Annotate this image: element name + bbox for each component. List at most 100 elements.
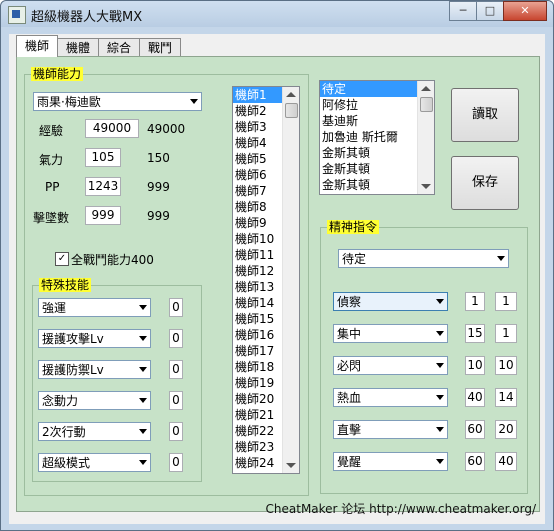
chevron-down-icon <box>436 363 444 368</box>
spirit-level-input[interactable]: 15 <box>465 324 485 343</box>
spirit-cost-input[interactable]: 40 <box>495 452 517 471</box>
roster-list-scrollbar[interactable] <box>417 81 434 194</box>
chevron-down-icon <box>139 398 147 403</box>
skill-select[interactable]: 念動力 <box>38 391 151 410</box>
skill-select-value: 援護攻擊Lv <box>42 332 104 346</box>
spirit-level-input[interactable]: 40 <box>465 388 485 407</box>
exp-max: 49000 <box>147 122 186 136</box>
main-window: 超級機器人大戰MX ─ □ ✕ 機師 機體 綜合 戰鬥 機師能力 雨果·梅迪歐 … <box>0 0 554 531</box>
skill-select-value: 援護防禦Lv <box>42 363 104 377</box>
roster-listbox[interactable]: 待定 阿修拉 基迪斯 加魯迪 斯托爾 金斯其頓 金斯其頓 金斯其頓 <box>319 80 435 195</box>
footer-link[interactable]: CheatMaker 论坛 http://www.cheatmaker.org/ <box>266 500 536 517</box>
scroll-down-icon[interactable] <box>286 463 296 468</box>
skill-select-value: 超級模式 <box>42 456 91 470</box>
pilot-select-value: 雨果·梅迪歐 <box>37 95 101 109</box>
spirit-select-value: 覺醒 <box>337 455 362 469</box>
chevron-down-icon <box>436 427 444 432</box>
maximize-button[interactable]: □ <box>476 1 504 21</box>
pilot-list-scrollbar[interactable] <box>282 87 299 473</box>
spirit-select-value: 熱血 <box>337 391 362 405</box>
pilot-ability-legend: 機師能力 <box>31 67 84 81</box>
spirit-cost-input[interactable]: 1 <box>495 324 517 343</box>
exp-label: 經驗 <box>39 124 64 138</box>
chevron-down-icon <box>139 367 147 372</box>
kills-input[interactable]: 999 <box>85 206 121 225</box>
skill-level-input[interactable]: 0 <box>169 453 183 472</box>
spirit-select[interactable]: 熱血 <box>333 388 448 407</box>
skill-select-value: 2次行動 <box>42 425 86 439</box>
skill-select[interactable]: 援護攻擊Lv <box>38 329 151 348</box>
spirit-select-value: 集中 <box>337 327 362 341</box>
spirit-command-legend: 精神指令 <box>327 220 380 234</box>
window-title: 超級機器人大戰MX <box>31 10 143 25</box>
spirit-select[interactable]: 集中 <box>333 324 448 343</box>
all-battle-label: 全戰鬥能力400 <box>71 253 154 267</box>
morale-input[interactable]: 105 <box>85 148 121 167</box>
skill-level-input[interactable]: 0 <box>169 422 183 441</box>
skill-select[interactable]: 超級模式 <box>38 453 151 472</box>
all-battle-checkbox[interactable]: ✓ <box>55 252 69 266</box>
spirit-cost-input[interactable]: 1 <box>495 292 517 311</box>
scroll-thumb[interactable] <box>285 103 298 118</box>
skill-level-input[interactable]: 0 <box>169 298 183 317</box>
spirit-select-value: 偵察 <box>337 295 362 309</box>
pilot-select[interactable]: 雨果·梅迪歐 <box>33 92 202 111</box>
kills-max: 999 <box>147 209 170 223</box>
pilot-listbox[interactable]: 機師1 機師2 機師3 機師4 機師5 機師6 機師7 機師8 機師9 機師10 機師11 機師12 機… <box>232 86 300 474</box>
chevron-down-icon <box>436 299 444 304</box>
spirit-target-value: 待定 <box>342 252 367 266</box>
spirit-level-input[interactable]: 60 <box>465 452 485 471</box>
pilot-ability-group: 機師能力 雨果·梅迪歐 經驗 49000 49000 氣力 105 150 PP… <box>24 67 309 496</box>
chevron-down-icon <box>139 305 147 310</box>
kills-label: 擊墜數 <box>33 211 70 225</box>
chevron-down-icon <box>139 460 147 465</box>
chevron-down-icon <box>436 459 444 464</box>
spirit-cost-input[interactable]: 10 <box>495 356 517 375</box>
tab-mech[interactable]: 機體 <box>57 38 100 57</box>
chevron-down-icon <box>139 336 147 341</box>
scroll-up-icon[interactable] <box>286 92 296 97</box>
tab-pilot[interactable]: 機師 <box>16 35 59 57</box>
spirit-target-select[interactable]: 待定 <box>338 249 509 268</box>
skill-select[interactable]: 援護防禦Lv <box>38 360 151 379</box>
spirit-level-input[interactable]: 60 <box>465 420 485 439</box>
spirit-cost-input[interactable]: 20 <box>495 420 517 439</box>
skill-level-input[interactable]: 0 <box>169 391 183 410</box>
skill-select[interactable]: 2次行動 <box>38 422 151 441</box>
scroll-up-icon[interactable] <box>421 86 431 91</box>
close-button[interactable]: ✕ <box>503 1 547 21</box>
chevron-down-icon <box>436 395 444 400</box>
title-bar[interactable]: 超級機器人大戰MX ─ □ ✕ <box>1 1 553 27</box>
spirit-select[interactable]: 必閃 <box>333 356 448 375</box>
spirit-select[interactable]: 偵察 <box>333 292 448 311</box>
tab-general[interactable]: 綜合 <box>98 38 141 57</box>
morale-max: 150 <box>147 151 170 165</box>
skill-level-input[interactable]: 0 <box>169 329 183 348</box>
scroll-down-icon[interactable] <box>421 184 431 189</box>
tab-strip: 機師 機體 綜合 戰鬥 <box>16 35 182 57</box>
spirit-select[interactable]: 覺醒 <box>333 452 448 471</box>
pp-input[interactable]: 1243 <box>85 177 121 196</box>
skill-select[interactable]: 強運 <box>38 298 151 317</box>
tab-battle[interactable]: 戰鬥 <box>139 38 182 57</box>
exp-input[interactable]: 49000 <box>85 119 139 138</box>
spirit-command-group: 精神指令 待定 偵察 1 1 集中 15 1 必閃 10 10 熱血 40 14… <box>320 220 528 494</box>
chevron-down-icon <box>139 429 147 434</box>
spirit-level-input[interactable]: 1 <box>465 292 485 311</box>
skill-select-value: 念動力 <box>42 394 79 408</box>
scroll-thumb[interactable] <box>420 97 433 112</box>
chevron-down-icon <box>497 256 505 261</box>
minimize-button[interactable]: ─ <box>449 1 477 21</box>
save-button[interactable]: 保存 <box>451 156 519 210</box>
pp-max: 999 <box>147 180 170 194</box>
spirit-select-value: 必閃 <box>337 359 362 373</box>
chevron-down-icon <box>436 331 444 336</box>
spirit-cost-input[interactable]: 14 <box>495 388 517 407</box>
load-button[interactable]: 讀取 <box>451 88 519 142</box>
morale-label: 氣力 <box>39 153 64 167</box>
skill-level-input[interactable]: 0 <box>169 360 183 379</box>
app-icon <box>8 6 26 24</box>
spirit-level-input[interactable]: 10 <box>465 356 485 375</box>
skill-select-value: 強運 <box>42 301 67 315</box>
spirit-select[interactable]: 直擊 <box>333 420 448 439</box>
